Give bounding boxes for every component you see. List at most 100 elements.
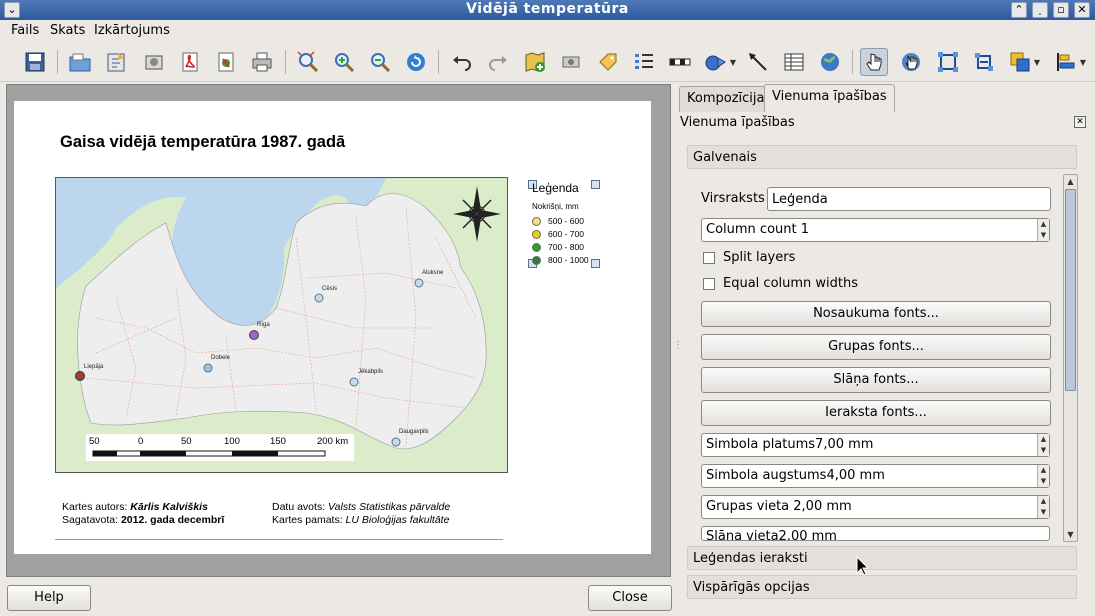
undo-icon[interactable] [448, 48, 476, 76]
legend-swatch-icon [532, 255, 541, 265]
move-content-icon[interactable] [897, 48, 925, 76]
map-image [56, 178, 507, 472]
city-label: Jēkabpils [358, 369, 384, 375]
legend-item: 700 - 800 [532, 242, 584, 252]
composer-canvas[interactable]: Gaisa vidējā temperatūra 1987. gadā Aluk… [6, 84, 671, 577]
maximize-icon[interactable]: ▫ [1053, 2, 1069, 18]
export-pdf-icon[interactable] [176, 48, 204, 76]
legend-title-input[interactable] [767, 187, 1051, 211]
tab-composition[interactable]: Kompozīcija [679, 86, 773, 112]
select-move-icon[interactable] [860, 48, 888, 76]
zoom-full-icon[interactable] [294, 48, 322, 76]
group-icon[interactable] [934, 48, 962, 76]
add-shape-icon[interactable]: ▼ [702, 48, 736, 76]
split-layers-checkbox[interactable] [703, 252, 715, 264]
section-main[interactable]: Galvenais [687, 145, 1077, 169]
city-label: Liepāja [84, 364, 104, 370]
help-button[interactable]: Help [7, 585, 91, 611]
title-font-button[interactable]: Nosaukuma fonts... [701, 301, 1051, 327]
city-label: Cēsis [322, 286, 338, 292]
open-template-icon[interactable] [66, 48, 94, 76]
divider-line [55, 539, 503, 540]
restore-icon[interactable]: ˯ [1032, 2, 1048, 18]
title-label: Virsraksts [701, 191, 765, 206]
scale-label: 100 [224, 436, 240, 447]
add-arrow-icon[interactable] [744, 48, 772, 76]
spin-arrows-icon[interactable]: ▲ ▼ [1037, 465, 1049, 487]
legend-item: 500 - 600 [532, 216, 584, 226]
credit-base[interactable]: Kartes pamats: LU Bioloģijas fakultāte [272, 514, 449, 526]
add-image-icon[interactable] [557, 48, 585, 76]
equal-columns-label: Equal column widths [723, 276, 859, 291]
menu-izkartojums[interactable]: Izkārtojums [94, 23, 170, 38]
print-icon[interactable] [248, 48, 276, 76]
raise-item-icon[interactable]: ▼ [1006, 48, 1040, 76]
city-label: Rīga [257, 322, 270, 328]
splitter-handle[interactable]: ⋮ [673, 340, 683, 351]
city-label: Aluksne [422, 270, 444, 276]
scroll-up-icon[interactable]: ▲ [1064, 175, 1077, 188]
add-legend-icon[interactable] [630, 48, 658, 76]
panel-scrollbar[interactable]: ▲ ▼ [1063, 174, 1078, 542]
legend-item: 800 - 1000 [532, 255, 589, 265]
close-icon[interactable]: ✕ [1074, 2, 1090, 18]
group-font-button[interactable]: Grupas fonts... [701, 334, 1051, 360]
credit-author[interactable]: Kartes autors: Kārlis Kalviškis [62, 501, 208, 513]
export-image-icon[interactable] [140, 48, 168, 76]
refresh-icon[interactable] [402, 48, 430, 76]
symbol-height-spinbox[interactable]: Simbola augstums4,00 mm ▲ ▼ [701, 464, 1050, 488]
align-items-icon[interactable]: ▼ [1052, 48, 1086, 76]
tab-item-properties[interactable]: Vienuma īpašības [764, 84, 895, 112]
legend-swatch-icon [532, 216, 541, 226]
legend-title[interactable]: Leģenda [532, 181, 579, 195]
spin-arrows-icon[interactable]: ▲ ▼ [1037, 434, 1049, 456]
selection-handle[interactable] [591, 180, 600, 189]
layer-space-spinbox[interactable]: Slāņa vieta2,00 mm [701, 526, 1050, 541]
save-template-icon[interactable] [102, 48, 130, 76]
zoom-in-icon[interactable] [330, 48, 358, 76]
map-title[interactable]: Gaisa vidējā temperatūra 1987. gadā [60, 133, 345, 152]
group-space-spinbox[interactable]: Grupas vieta 2,00 mm ▲ ▼ [701, 495, 1050, 519]
minimize-icon[interactable]: ⌃ [1011, 2, 1027, 18]
redo-icon[interactable] [484, 48, 512, 76]
menu-skats[interactable]: Skats [50, 23, 85, 38]
section-legend-entries[interactable]: Leģendas ieraksti [687, 546, 1077, 570]
close-button[interactable]: Close [588, 585, 672, 611]
selection-handle[interactable] [591, 259, 600, 268]
legend-subtitle: Nokrišņi, mm [532, 202, 579, 211]
menu-fails[interactable]: Fails [11, 23, 39, 38]
scrollbar-thumb[interactable] [1065, 189, 1076, 391]
save-icon[interactable] [21, 48, 49, 76]
layer-font-button[interactable]: Slāņa fonts... [701, 367, 1051, 393]
column-count-spinbox[interactable]: Column count 1 ▲ ▼ [701, 218, 1050, 242]
title-bar: ⌄ Vidējā temperatūra ⌃ ˯ ▫ ✕ [0, 0, 1095, 20]
item-font-button[interactable]: Ieraksta fonts... [701, 400, 1051, 426]
map-frame[interactable]: Aluksne Cēsis Rīga Liepāja Dobele Jēkabp… [55, 177, 508, 473]
legend-swatch-icon [532, 229, 541, 239]
city-label: Dobele [211, 355, 231, 361]
add-table-icon[interactable] [780, 48, 808, 76]
scale-label: 150 [270, 436, 286, 447]
credit-prepared[interactable]: Sagatavota: 2012. gada decembrī [62, 514, 224, 526]
spin-arrows-icon[interactable]: ▲ ▼ [1037, 219, 1049, 241]
legend-swatch-icon [532, 242, 541, 252]
scale-label: 50 [89, 436, 100, 447]
credit-source[interactable]: Datu avots: Valsts Statistikas pārvalde [272, 501, 450, 513]
window-title: Vidējā temperatūra [466, 1, 629, 17]
toolbar: ▼ ▼ ▼ [0, 42, 1095, 82]
add-html-icon[interactable] [816, 48, 844, 76]
section-general-options[interactable]: Vispārīgās opcijas [687, 575, 1077, 599]
spin-arrows-icon[interactable]: ▲ ▼ [1037, 496, 1049, 518]
split-layers-label: Split layers [723, 250, 796, 265]
scroll-down-icon[interactable]: ▼ [1064, 528, 1077, 541]
city-label: Daugavpils [399, 429, 429, 435]
ungroup-icon[interactable] [970, 48, 998, 76]
panel-close-icon[interactable]: ✕ [1074, 116, 1086, 128]
export-svg-icon[interactable] [212, 48, 240, 76]
zoom-out-icon[interactable] [366, 48, 394, 76]
add-scalebar-icon[interactable] [666, 48, 694, 76]
add-label-icon[interactable] [594, 48, 622, 76]
equal-columns-checkbox[interactable] [703, 278, 715, 290]
add-map-icon[interactable] [521, 48, 549, 76]
symbol-width-spinbox[interactable]: Simbola platums7,00 mm ▲ ▼ [701, 433, 1050, 457]
